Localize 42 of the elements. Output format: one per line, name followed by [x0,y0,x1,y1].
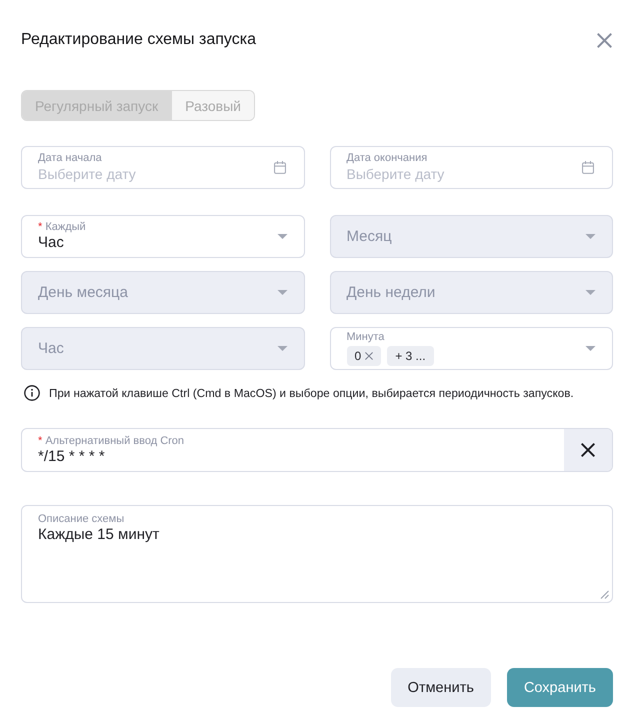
caret-icon [585,234,596,239]
field-label: * Альтернативный ввод Cron [38,434,186,448]
field-value: */15 * * * * [38,448,106,466]
field-value: Каждые 15 минут [38,526,160,544]
cron-field[interactable]: * Альтернативный ввод Cron */15 * * * * [21,428,613,472]
field-placeholder: Месяц [346,228,393,246]
field-placeholder: Выберите дату [38,165,137,183]
date-field[interactable]: Дата начала Выберите дату [21,146,304,189]
calendar-icon [582,161,594,174]
field-placeholder: День недели [346,284,436,302]
close-icon [597,32,612,48]
select-field[interactable]: * Каждый Час [21,215,304,258]
select-field[interactable]: Минута 0 + 3 ... [330,327,613,370]
dialog-title: Редактирование схемы запуска [21,31,256,49]
field-label: Дата окончания [346,152,428,165]
field-value: Час [38,234,65,252]
description-field[interactable]: Описание схемы Каждые 15 минут [21,505,613,603]
caret-icon [585,346,596,351]
field-placeholder: День месяца [38,284,129,302]
caret-icon [585,290,596,295]
save-button[interactable]: Сохранить [506,668,613,707]
field-label: Описание схемы [38,513,126,526]
field-placeholder: Час [38,340,65,358]
field-label: * Каждый [38,221,87,234]
caret-icon [276,346,288,351]
field-placeholder: Выберите дату [346,165,446,183]
cancel-button[interactable]: Отменить [390,668,491,707]
field-label: Дата начала [38,152,103,165]
close-icon [581,443,595,457]
value-tag[interactable]: + 3 ... [387,346,434,366]
resize-handle-icon [600,590,609,599]
field-label: Минута [346,331,386,344]
date-field[interactable]: Дата окончания Выберите дату [330,146,613,189]
clear-button[interactable] [564,429,612,471]
info-icon [24,385,40,401]
hint-text: При нажатой клавише Ctrl (Cmd в MacOS) и выборе опции, выбирается периодичность запусков. [49,386,574,400]
calendar-icon [274,161,286,174]
caret-icon [276,234,288,239]
caret-icon [276,290,288,295]
close-icon [365,352,374,360]
value-tag[interactable]: 0 [346,346,382,366]
close-button[interactable] [597,32,612,48]
